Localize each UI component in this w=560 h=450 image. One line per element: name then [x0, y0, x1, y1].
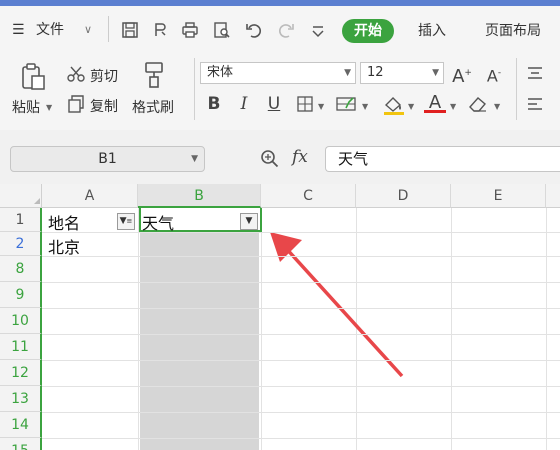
- grid-line: [546, 208, 547, 450]
- row-header[interactable]: 12: [0, 360, 42, 386]
- grid-line: [138, 208, 139, 450]
- column-header-a[interactable]: A: [42, 184, 138, 208]
- row-header[interactable]: 11: [0, 334, 42, 360]
- chevron-down-icon[interactable]: ▼: [494, 102, 500, 111]
- column-header-next[interactable]: [546, 184, 560, 208]
- grid-line: [42, 412, 560, 413]
- clear-format-icon[interactable]: [466, 95, 490, 113]
- spreadsheet-grid: A B C D E 地名 ▼≡ 天气 ▼ 北京 1289101112131415: [0, 184, 560, 450]
- row-header[interactable]: 15: [0, 438, 42, 450]
- font-color-icon[interactable]: A: [424, 92, 446, 118]
- chevron-down-icon: ▼: [432, 68, 439, 78]
- grid-line: [42, 256, 560, 257]
- row-header[interactable]: 1: [0, 208, 42, 232]
- undo-icon[interactable]: [244, 20, 264, 40]
- grid-line: [42, 360, 560, 361]
- function-icon[interactable]: fx: [292, 147, 308, 167]
- chevron-down-icon[interactable]: ▼: [450, 102, 456, 111]
- column-header-d[interactable]: D: [356, 184, 451, 208]
- cut-button[interactable]: 剪切: [90, 66, 118, 86]
- grid-line: [42, 308, 560, 309]
- chevron-down-icon: ▼: [191, 154, 198, 164]
- grid-line: [42, 334, 560, 335]
- format-painter-button[interactable]: 格式刷: [132, 97, 174, 117]
- hamburger-icon[interactable]: ☰: [12, 19, 25, 41]
- save-icon[interactable]: [120, 20, 140, 40]
- export-pdf-icon[interactable]: [150, 20, 170, 40]
- increase-font-icon[interactable]: A+: [452, 61, 472, 87]
- font-size-value: 12: [367, 65, 384, 80]
- file-menu-button[interactable]: 文件: [36, 19, 64, 41]
- row-header[interactable]: 14: [0, 412, 42, 438]
- chevron-down-icon[interactable]: ∨: [84, 19, 92, 41]
- menu-divider: [108, 16, 109, 42]
- font-size-select[interactable]: 12 ▼: [360, 62, 444, 84]
- formula-bar: B1 ▼ fx 天气: [0, 130, 560, 184]
- decrease-font-icon[interactable]: A-: [484, 61, 504, 85]
- ribbon-divider: [194, 58, 195, 120]
- column-header-e[interactable]: E: [451, 184, 546, 208]
- bold-icon[interactable]: B: [204, 92, 224, 116]
- row-header[interactable]: 10: [0, 308, 42, 334]
- copy-icon[interactable]: [66, 94, 86, 114]
- name-box[interactable]: B1 ▼: [10, 146, 205, 172]
- align-left-icon[interactable]: [526, 96, 544, 112]
- ribbon-divider: [516, 58, 517, 120]
- chevron-down-icon[interactable]: ▼: [362, 102, 368, 111]
- fill-color-icon[interactable]: [382, 94, 406, 116]
- zoom-icon[interactable]: [259, 148, 281, 170]
- align-top-icon[interactable]: [526, 65, 544, 81]
- row-header[interactable]: 9: [0, 282, 42, 308]
- name-box-value: B1: [98, 151, 117, 167]
- grid-line: [42, 282, 560, 283]
- chevron-down-icon: ▼: [344, 68, 351, 78]
- cell-style-icon[interactable]: [336, 95, 358, 113]
- borders-icon[interactable]: [296, 95, 314, 113]
- print-preview-icon[interactable]: [212, 20, 232, 40]
- filtered-column-b: [140, 231, 259, 450]
- grid-line: [42, 438, 560, 439]
- font-name-value: 宋体: [207, 65, 234, 80]
- formula-input[interactable]: 天气: [325, 146, 560, 172]
- column-header-b[interactable]: B: [138, 184, 261, 208]
- underline-icon[interactable]: U: [264, 92, 284, 116]
- column-header-c[interactable]: C: [261, 184, 356, 208]
- paste-dropdown-icon[interactable]: ▼: [46, 103, 52, 112]
- cell-a2[interactable]: 北京: [48, 234, 80, 258]
- cell-a1[interactable]: 地名: [48, 210, 80, 234]
- italic-icon[interactable]: I: [234, 92, 254, 116]
- grid-line: [451, 208, 452, 450]
- row-header[interactable]: 8: [0, 256, 42, 282]
- format-painter-icon[interactable]: [142, 60, 168, 90]
- customize-toolbar-icon[interactable]: [308, 20, 328, 40]
- menu-bar: ☰ 文件 ∨ 开始 插入 页面布局: [0, 6, 560, 50]
- row-header[interactable]: 2: [0, 232, 42, 256]
- tab-insert[interactable]: 插入: [418, 19, 446, 43]
- paste-button[interactable]: 粘贴: [12, 97, 40, 117]
- scissors-icon[interactable]: [66, 64, 86, 84]
- row-header[interactable]: 13: [0, 386, 42, 412]
- print-icon[interactable]: [180, 20, 200, 40]
- tab-page-layout[interactable]: 页面布局: [485, 19, 541, 43]
- chevron-down-icon[interactable]: ▼: [318, 102, 324, 111]
- select-all-corner[interactable]: [0, 184, 42, 208]
- copy-button[interactable]: 复制: [90, 96, 118, 116]
- font-name-select[interactable]: 宋体 ▼: [200, 62, 356, 84]
- grid-line: [42, 386, 560, 387]
- redo-icon[interactable]: [276, 20, 296, 40]
- grid-line: [42, 232, 560, 233]
- cell-b1[interactable]: 天气: [142, 210, 174, 234]
- filter-dropdown-icon[interactable]: ▼: [240, 213, 258, 230]
- paste-icon[interactable]: [18, 62, 48, 92]
- chevron-down-icon[interactable]: ▼: [408, 102, 414, 111]
- ribbon: 粘贴 ▼ 剪切 复制 格式刷 宋体 ▼ 12 ▼ A+ A- B I U ▼ ▼…: [0, 50, 560, 130]
- filter-active-icon[interactable]: ▼≡: [117, 213, 135, 230]
- tab-home[interactable]: 开始: [342, 19, 394, 43]
